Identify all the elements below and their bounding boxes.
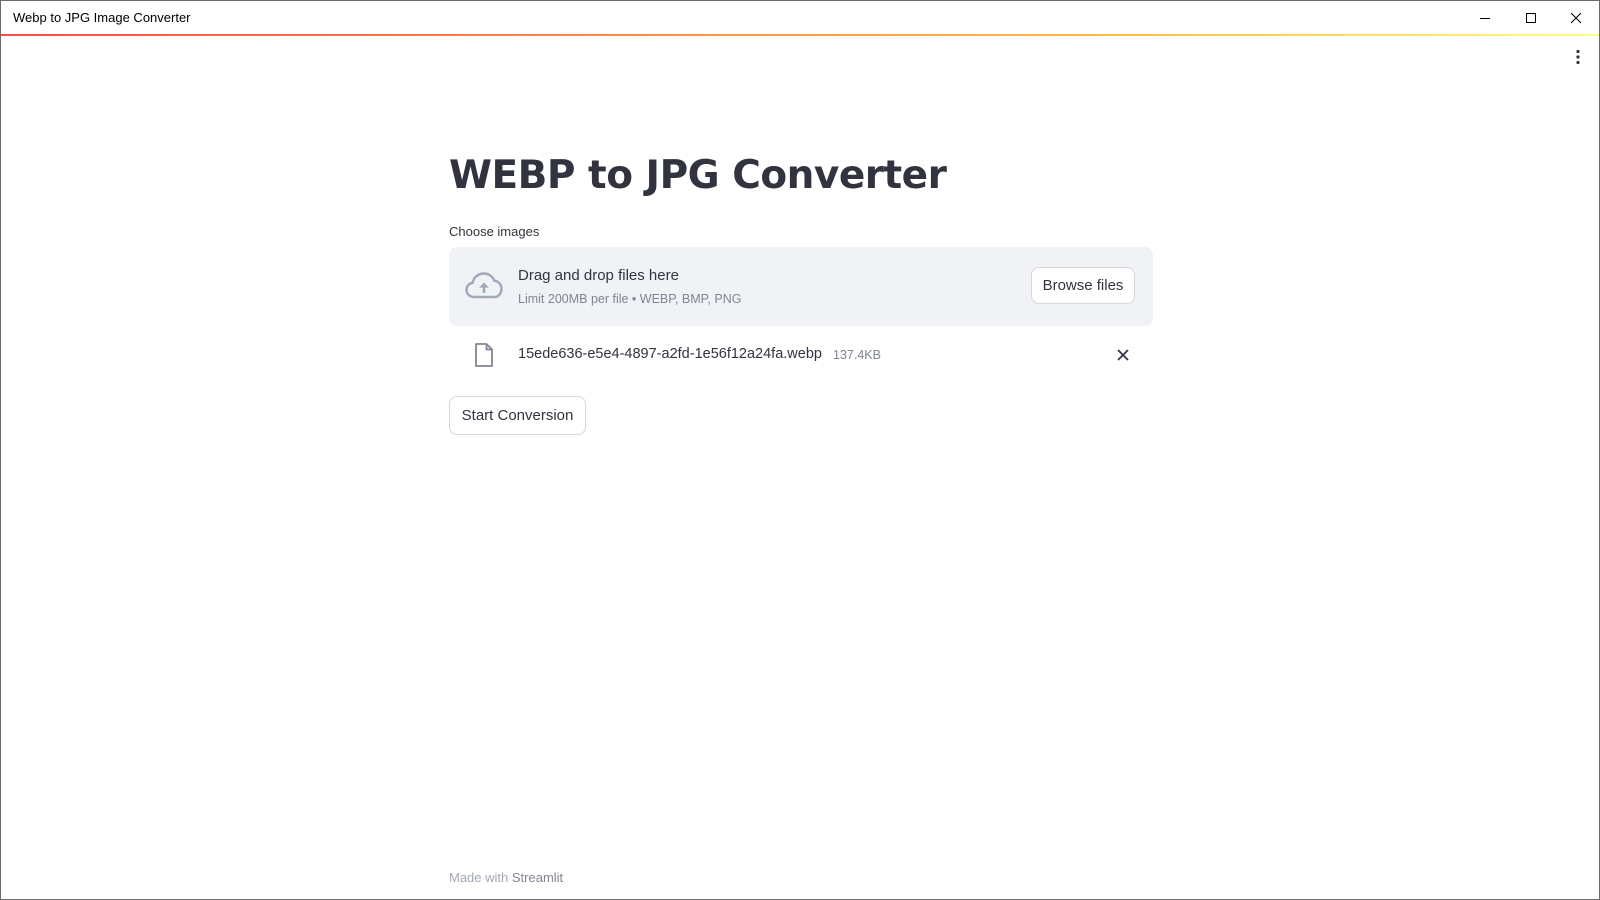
maximize-button[interactable]: [1508, 1, 1554, 34]
uploaded-file-row: 15ede636-e5e4-4897-a2fd-1e56f12a24fa.web…: [449, 336, 1153, 374]
close-x-icon: [1117, 349, 1129, 361]
footer-prefix: Made with: [449, 870, 509, 885]
uploader-label: Choose images: [449, 224, 540, 239]
kebab-menu-icon: [1576, 49, 1580, 65]
footer: Made with Streamlit: [449, 870, 563, 885]
footer-streamlit-link[interactable]: Streamlit: [512, 870, 563, 885]
file-dropzone[interactable]: Drag and drop files here Limit 200MB per…: [449, 247, 1153, 326]
minimize-icon: [1480, 17, 1490, 19]
dropzone-instructions: Drag and drop files here: [518, 267, 679, 284]
file-name: 15ede636-e5e4-4897-a2fd-1e56f12a24fa.web…: [518, 346, 822, 362]
close-button[interactable]: [1553, 1, 1599, 34]
app-window: Webp to JPG Image Converter WEBP to JPG …: [0, 0, 1600, 900]
window-title: Webp to JPG Image Converter: [13, 10, 191, 25]
dropzone-limit-text: Limit 200MB per file • WEBP, BMP, PNG: [518, 292, 742, 306]
remove-file-button[interactable]: [1113, 345, 1133, 365]
title-bar: Webp to JPG Image Converter: [1, 1, 1599, 34]
file-icon: [475, 343, 493, 367]
cloud-upload-icon: [465, 272, 503, 299]
maximize-icon: [1526, 12, 1536, 23]
start-conversion-button[interactable]: Start Conversion: [449, 396, 586, 435]
page-title: WEBP to JPG Converter: [449, 153, 947, 198]
header-decoration-bar: [1, 34, 1599, 36]
main-menu-button[interactable]: [1568, 47, 1588, 67]
close-icon: [1570, 12, 1582, 23]
file-size: 137.4KB: [833, 348, 881, 362]
minimize-button[interactable]: [1462, 1, 1508, 34]
browse-files-button[interactable]: Browse files: [1031, 267, 1135, 304]
